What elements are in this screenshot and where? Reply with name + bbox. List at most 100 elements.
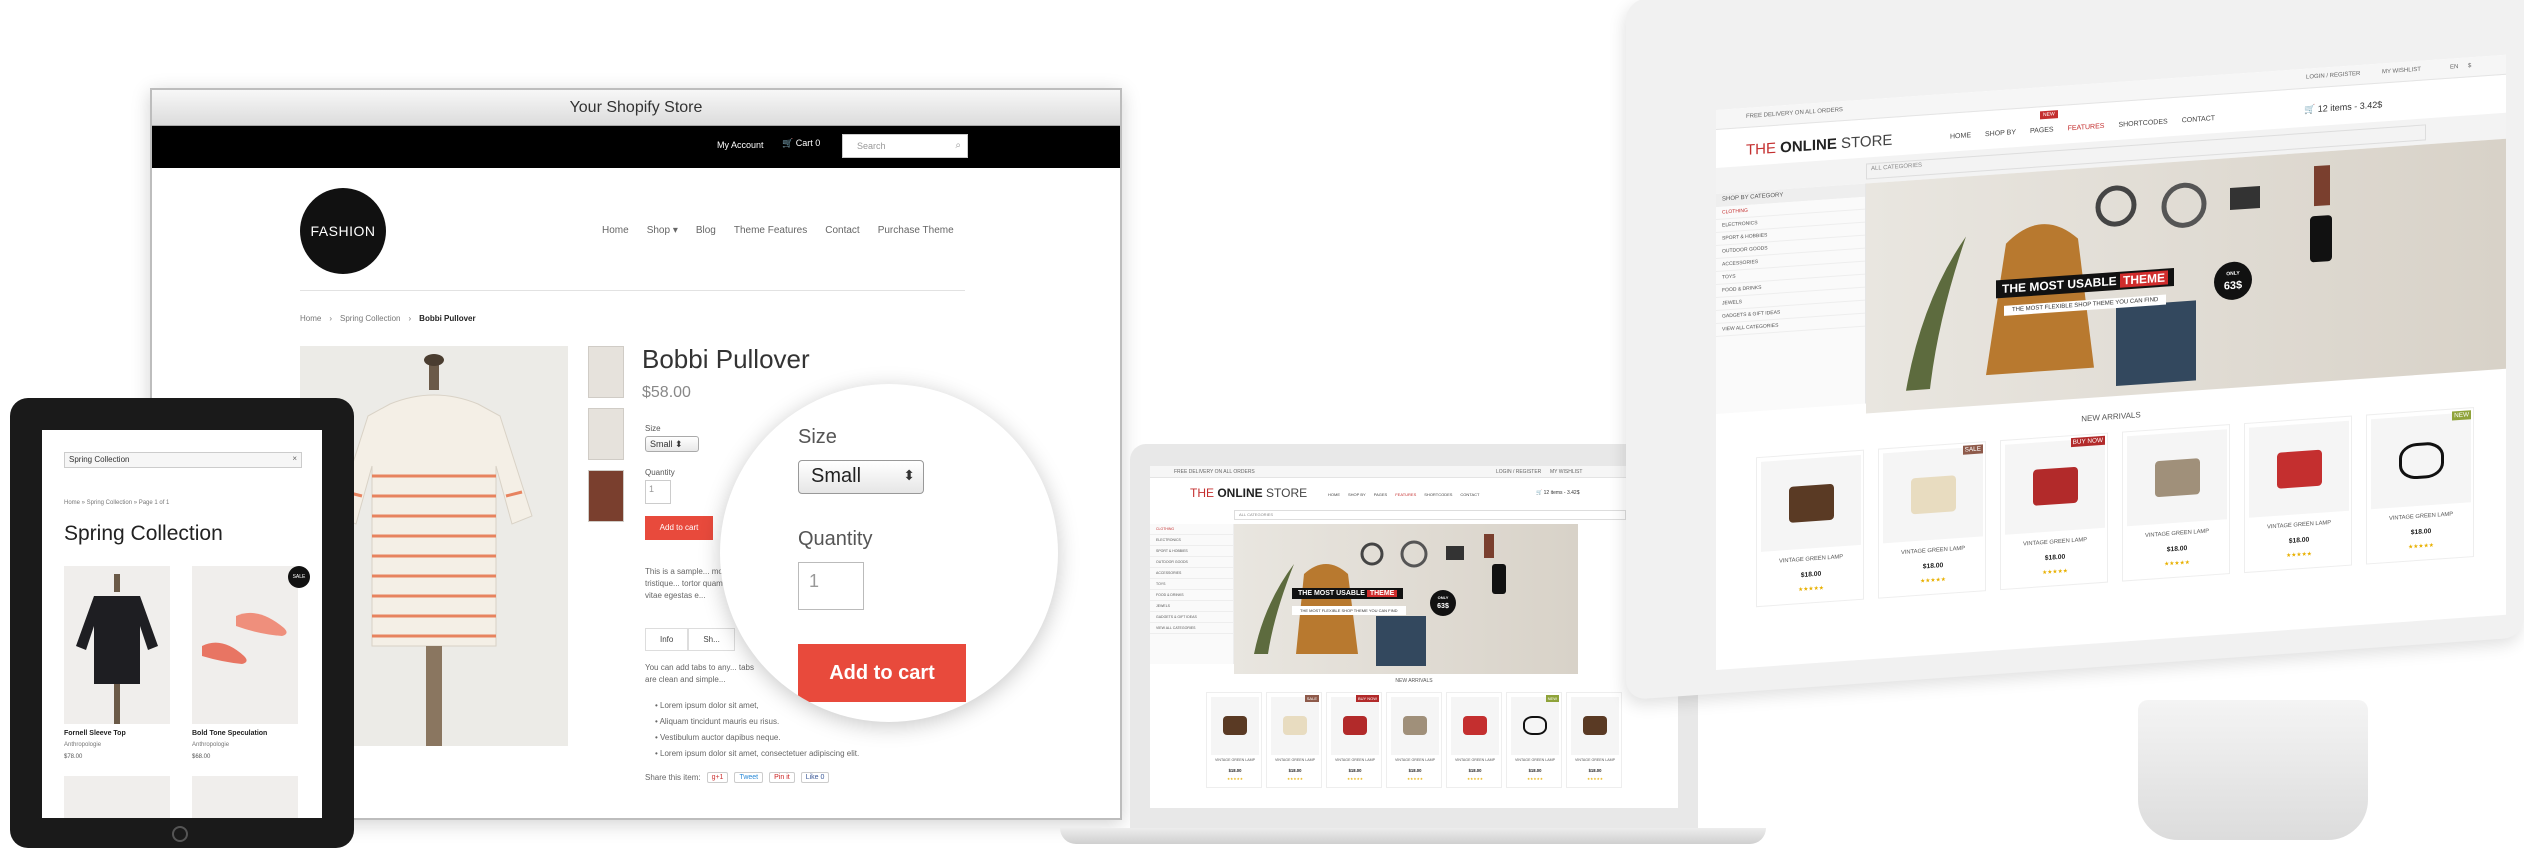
tab-shipping[interactable]: Sh... — [688, 628, 735, 651]
product-name[interactable]: Fornell Sleeve Top — [64, 730, 126, 737]
product-card[interactable]: BUY NOW VINTAGE GREEN LAMP $18.00 ★★★★★ — [2000, 432, 2109, 591]
product-card[interactable]: VINTAGE GREEN LAMP $18.00 ★★★★★ — [1206, 692, 1262, 788]
sidebar-item[interactable]: GADGETS & GIFT IDEAS — [1150, 612, 1233, 623]
add-to-cart-button[interactable]: Add to cart — [645, 516, 713, 540]
search-input[interactable]: Search ⌕ — [842, 134, 968, 158]
product-name[interactable]: VINTAGE GREEN LAMP — [2367, 510, 2475, 524]
product-name[interactable]: VINTAGE GREEN LAMP — [1387, 758, 1443, 762]
nav-shop-by[interactable]: SHOP BY — [1985, 129, 2016, 138]
product-name[interactable]: VINTAGE GREEN LAMP — [1267, 758, 1323, 762]
sidebar-item[interactable]: VIEW ALL CATEGORIES — [1150, 623, 1233, 634]
breadcrumb-home[interactable]: Home — [300, 314, 321, 323]
collection-search-input[interactable]: Spring Collection × — [64, 452, 302, 468]
product-name[interactable]: VINTAGE GREEN LAMP — [1447, 758, 1503, 762]
tweet-button[interactable]: Tweet — [734, 772, 764, 783]
product-image[interactable] — [2371, 412, 2471, 510]
size-select-zoomed[interactable]: Small ⬍ — [798, 460, 924, 494]
quantity-input-zoomed[interactable]: 1 — [798, 562, 864, 610]
product-card[interactable]: VINTAGE GREEN LAMP $18.00 ★★★★★ — [2244, 415, 2353, 574]
product-name[interactable]: VINTAGE GREEN LAMP — [1327, 758, 1383, 762]
product-card-image[interactable] — [64, 776, 170, 818]
product-image[interactable] — [1761, 454, 1861, 552]
product-name[interactable]: VINTAGE GREEN LAMP — [2245, 518, 2353, 532]
product-image[interactable] — [1271, 697, 1319, 755]
nav-shop[interactable]: Shop ▾ — [647, 225, 678, 236]
product-card[interactable]: VINTAGE GREEN LAMP $18.00 ★★★★★ — [1446, 692, 1502, 788]
nav-pages[interactable]: PAGES — [2030, 126, 2054, 135]
store-cart[interactable]: 🛒 12 items - 3.42$ — [1536, 490, 1579, 496]
nav-features[interactable]: FEATURES — [2068, 123, 2105, 133]
product-image[interactable] — [2249, 420, 2349, 518]
home-button[interactable] — [172, 826, 188, 842]
sidebar-item[interactable]: TOYS — [1150, 579, 1233, 590]
product-name[interactable]: VINTAGE GREEN LAMP — [2001, 536, 2109, 550]
product-card[interactable]: VINTAGE GREEN LAMP $18.00 ★★★★★ — [1386, 692, 1442, 788]
product-name[interactable]: VINTAGE GREEN LAMP — [1567, 758, 1623, 762]
nav-home[interactable]: HOME — [1950, 132, 1971, 140]
nav-home[interactable]: Home — [602, 225, 629, 236]
store-logo[interactable]: THE ONLINE STORE — [1190, 486, 1307, 500]
close-icon[interactable]: × — [292, 454, 297, 463]
product-card[interactable]: NEW VINTAGE GREEN LAMP $18.00 ★★★★★ — [1506, 692, 1562, 788]
product-image[interactable] — [2127, 429, 2227, 527]
product-card[interactable]: BUY NOW VINTAGE GREEN LAMP $18.00 ★★★★★ — [1326, 692, 1382, 788]
product-image[interactable] — [1331, 697, 1379, 755]
nav-contact[interactable]: CONTACT — [1460, 492, 1479, 497]
my-account-link[interactable]: My Account — [717, 140, 764, 150]
product-thumbnail[interactable] — [588, 408, 624, 460]
nav-theme-features[interactable]: Theme Features — [734, 225, 807, 236]
product-name[interactable]: VINTAGE GREEN LAMP — [1757, 553, 1865, 567]
sidebar-item[interactable]: CLOTHING — [1150, 524, 1233, 535]
product-name[interactable]: VINTAGE GREEN LAMP — [2123, 527, 2231, 541]
currency-select[interactable]: $ — [2468, 63, 2471, 69]
store-logo[interactable]: FASHION — [300, 188, 386, 274]
product-image[interactable] — [1391, 697, 1439, 755]
sidebar-item[interactable]: ACCESSORIES — [1150, 568, 1233, 579]
product-image[interactable] — [1571, 697, 1619, 755]
product-card[interactable]: VINTAGE GREEN LAMP $18.00 ★★★★★ — [2122, 424, 2230, 582]
product-card-image[interactable] — [192, 776, 298, 818]
google-plus-button[interactable]: g+1 — [706, 772, 729, 783]
product-name[interactable]: VINTAGE GREEN LAMP — [1507, 758, 1563, 762]
product-image[interactable] — [1451, 697, 1499, 755]
hero-banner[interactable]: THE MOST USABLE THEME THE MOST FLEXIBLE … — [1234, 524, 1578, 674]
product-card[interactable]: VINTAGE GREEN LAMP $18.00 ★★★★★ — [1756, 449, 1865, 608]
nav-purchase-theme[interactable]: Purchase Theme — [878, 225, 954, 236]
product-name[interactable]: VINTAGE GREEN LAMP — [1879, 544, 1987, 558]
product-name[interactable]: VINTAGE GREEN LAMP — [1207, 758, 1263, 762]
nav-shortcodes[interactable]: SHORTCODES — [1424, 492, 1452, 497]
nav-shortcodes[interactable]: SHORTCODES — [2118, 118, 2167, 128]
product-thumbnail[interactable] — [588, 470, 624, 522]
store-logo[interactable]: THE ONLINE STORE — [1746, 132, 1892, 159]
sidebar-item[interactable]: OUTDOOR GOODS — [1150, 557, 1233, 568]
product-card-image[interactable] — [64, 566, 170, 724]
cart-link[interactable]: 🛒 Cart 0 — [782, 138, 820, 149]
wishlist-link[interactable]: MY WISHLIST — [2382, 67, 2421, 76]
facebook-like-button[interactable]: Like 0 — [800, 772, 830, 783]
login-link[interactable]: LOGIN / REGISTER — [1496, 469, 1541, 475]
language-select[interactable]: EN — [2450, 64, 2458, 71]
nav-contact[interactable]: CONTACT — [2182, 115, 2215, 124]
tab-info[interactable]: Info — [645, 628, 689, 651]
nav-home[interactable]: HOME — [1328, 492, 1340, 497]
sidebar-item[interactable]: ELECTRONICS — [1150, 535, 1233, 546]
nav-features[interactable]: FEATURES — [1395, 492, 1416, 497]
breadcrumb-collection[interactable]: Spring Collection — [340, 314, 400, 323]
product-thumbnail[interactable] — [588, 346, 624, 398]
size-select[interactable]: Small ⬍ — [645, 436, 699, 452]
wishlist-link[interactable]: MY WISHLIST — [1550, 469, 1582, 475]
add-to-cart-button-zoomed[interactable]: Add to cart — [798, 644, 966, 702]
product-name[interactable]: Bold Tone Speculation — [192, 730, 267, 737]
quantity-input[interactable]: 1 — [645, 480, 671, 504]
product-image[interactable] — [1883, 446, 1983, 544]
product-image[interactable] — [2005, 437, 2105, 535]
pinterest-button[interactable]: Pin it — [769, 772, 795, 783]
nav-contact[interactable]: Contact — [825, 225, 859, 236]
product-image[interactable] — [1511, 697, 1559, 755]
product-card[interactable]: VINTAGE GREEN LAMP $18.00 ★★★★★ — [1566, 692, 1622, 788]
product-card[interactable]: NEW VINTAGE GREEN LAMP $18.00 ★★★★★ — [2366, 406, 2475, 565]
nav-pages[interactable]: PAGES — [1374, 492, 1388, 497]
product-card[interactable]: SALE VINTAGE GREEN LAMP $18.00 ★★★★★ — [1878, 441, 1986, 599]
login-link[interactable]: LOGIN / REGISTER — [2306, 71, 2360, 81]
search-icon[interactable]: ⌕ — [955, 140, 961, 151]
